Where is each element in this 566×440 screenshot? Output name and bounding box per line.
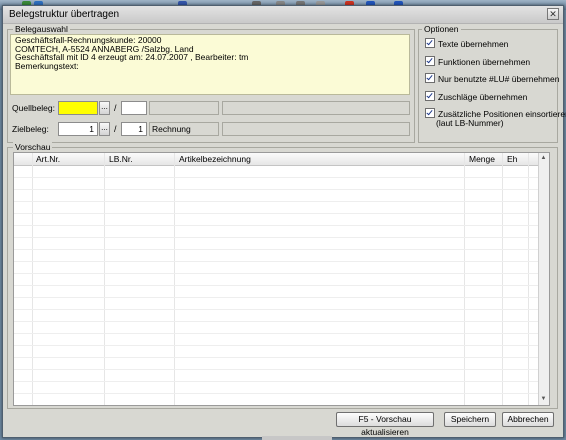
row-divider xyxy=(14,213,541,214)
window-title: Belegstruktur übertragen xyxy=(9,9,120,20)
quellbeleg-separator: / xyxy=(114,103,117,113)
belegauswahl-legend: Belegauswahl xyxy=(13,24,70,34)
option-label: Funktionen übernehmen xyxy=(438,57,531,67)
row-divider xyxy=(14,189,541,190)
column-header-eh[interactable]: Eh xyxy=(507,154,517,164)
row-divider xyxy=(14,369,541,370)
zielbeleg-sub-field[interactable]: 1 xyxy=(121,122,147,136)
row-divider xyxy=(14,297,541,298)
quellbeleg-browse-button[interactable]: ... xyxy=(99,101,110,115)
close-button[interactable]: ✕ xyxy=(547,8,559,20)
column-header-menge[interactable]: Menge xyxy=(469,154,495,164)
vertical-scrollbar[interactable]: ▲ ▼ xyxy=(538,153,549,405)
save-button[interactable]: Speichern xyxy=(444,412,496,427)
row-divider xyxy=(14,393,541,394)
quellbeleg-extra-field xyxy=(222,101,410,115)
option-lu[interactable]: Nur benutzte #LU# übernehmen xyxy=(425,73,559,84)
row-divider xyxy=(14,285,541,286)
checkbox-checked-icon[interactable] xyxy=(425,108,435,118)
checkbox-checked-icon[interactable] xyxy=(425,38,435,48)
checkbox-checked-icon[interactable] xyxy=(425,73,435,83)
vorschau-grid[interactable]: Art.Nr. LB.Nr. Artikelbezeichnung Menge … xyxy=(13,152,550,406)
checkbox-checked-icon[interactable] xyxy=(425,56,435,66)
row-divider xyxy=(14,177,541,178)
zielbeleg-number-field[interactable]: 1 xyxy=(58,122,98,136)
row-divider xyxy=(14,225,541,226)
column-header-artnr[interactable]: Art.Nr. xyxy=(36,154,60,164)
option-label: Texte übernehmen xyxy=(438,39,509,49)
scroll-down-icon[interactable]: ▼ xyxy=(540,396,547,403)
row-divider xyxy=(14,321,541,322)
quellbeleg-label: Quellbeleg: xyxy=(12,103,56,113)
row-divider xyxy=(14,381,541,382)
row-divider xyxy=(14,249,541,250)
background-window-strip xyxy=(262,436,332,440)
row-divider xyxy=(14,309,541,310)
belegstruktur-dialog: Belegstruktur übertragen ✕ Belegauswahl … xyxy=(2,5,566,438)
row-divider xyxy=(14,237,541,238)
column-header-lbnr[interactable]: LB.Nr. xyxy=(109,154,133,164)
column-header-artikelbezeichnung[interactable]: Artikelbezeichnung xyxy=(179,154,251,164)
checkbox-checked-icon[interactable] xyxy=(425,91,435,101)
zielbeleg-separator: / xyxy=(114,124,117,134)
titlebar: Belegstruktur übertragen ✕ xyxy=(3,6,563,24)
scroll-up-icon[interactable]: ▲ xyxy=(540,155,547,162)
zielbeleg-browse-button[interactable]: ... xyxy=(99,122,110,136)
option-texte[interactable]: Texte übernehmen xyxy=(425,38,508,49)
refresh-preview-button[interactable]: F5 - Vorschau aktualisieren xyxy=(336,412,434,437)
zielbeleg-label: Zielbeleg: xyxy=(12,124,49,134)
geschaeftsfall-info: Geschäftsfall-Rechnungskunde: 20000 COMT… xyxy=(10,34,410,95)
row-divider xyxy=(14,357,541,358)
row-divider xyxy=(14,345,541,346)
cancel-button[interactable]: Abbrechen xyxy=(502,412,554,427)
zielbeleg-extra-field xyxy=(222,122,410,136)
option-label: Nur benutzte #LU# übernehmen xyxy=(438,74,560,84)
row-divider xyxy=(14,201,541,202)
optionen-legend: Optionen xyxy=(422,24,461,34)
quellbeleg-sub-field[interactable] xyxy=(121,101,147,115)
row-divider xyxy=(14,261,541,262)
grid-header: Art.Nr. LB.Nr. Artikelbezeichnung Menge … xyxy=(14,153,539,166)
quellbeleg-number-field[interactable] xyxy=(58,101,98,115)
row-divider xyxy=(14,273,541,274)
quellbeleg-type-field xyxy=(149,101,219,115)
option-label: Zuschläge übernehmen xyxy=(438,92,528,102)
option-positionen-note: (laut LB-Nummer) xyxy=(436,118,504,128)
option-zuschlaege[interactable]: Zuschläge übernehmen xyxy=(425,91,527,102)
info-line: Bemerkungstext: xyxy=(15,60,79,71)
row-divider xyxy=(14,333,541,334)
option-funktionen[interactable]: Funktionen übernehmen xyxy=(425,56,530,67)
vorschau-legend: Vorschau xyxy=(13,142,53,152)
zielbeleg-type-field: Rechnung xyxy=(149,122,219,136)
